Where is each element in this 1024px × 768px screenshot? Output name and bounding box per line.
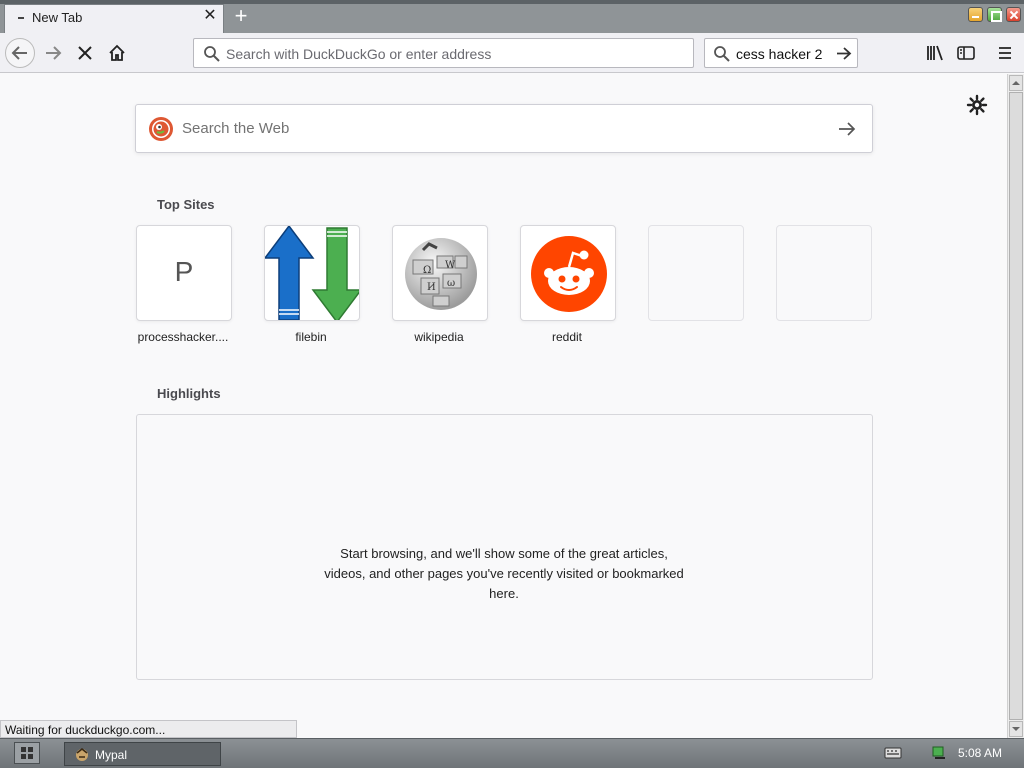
keyboard-layout-icon[interactable]	[884, 746, 902, 760]
wikipedia-globe-icon: Ω W И ω	[405, 238, 477, 310]
svg-text:W: W	[445, 260, 456, 271]
forward-button[interactable]	[38, 38, 68, 68]
library-button[interactable]	[920, 38, 950, 68]
reddit-logo-icon	[531, 236, 607, 312]
web-search-box[interactable]: Search the Web	[135, 104, 873, 153]
taskbar-item-mypal[interactable]: Mypal	[64, 742, 221, 766]
taskbar-item-label: Mypal	[95, 748, 128, 762]
address-placeholder: Search with DuckDuckGo or enter address	[226, 46, 492, 62]
status-bar: Waiting for duckduckgo.com...	[0, 720, 297, 738]
vertical-scrollbar[interactable]	[1007, 74, 1024, 738]
back-button[interactable]	[5, 38, 35, 68]
start-grid-icon	[21, 747, 33, 759]
library-icon	[927, 45, 943, 61]
go-arrow-icon[interactable]	[835, 45, 852, 62]
hamburger-menu-icon	[999, 47, 1011, 59]
minimize-window-button[interactable]	[968, 7, 983, 22]
home-icon	[109, 44, 125, 61]
sidebar-icon	[957, 46, 975, 60]
svg-text:И: И	[427, 282, 436, 293]
settings-gear-icon[interactable]	[966, 94, 988, 116]
search-icon	[204, 46, 220, 62]
loading-indicator-icon	[18, 17, 24, 19]
top-site-tile-wikipedia[interactable]: Ω W И ω	[392, 225, 488, 321]
filebin-arrows-icon	[265, 226, 359, 320]
forward-arrow-icon	[46, 46, 62, 60]
web-search-placeholder: Search the Web	[182, 120, 290, 137]
sidebar-toggle-button[interactable]	[951, 38, 981, 68]
search-icon	[714, 46, 730, 62]
top-site-tile-filebin[interactable]	[264, 225, 360, 321]
back-arrow-icon	[11, 46, 27, 60]
search-submit-arrow-icon[interactable]	[838, 121, 856, 137]
address-bar[interactable]: Search with DuckDuckGo or enter address	[193, 38, 694, 68]
top-site-label: filebin	[295, 330, 327, 344]
mypal-app-icon	[76, 747, 88, 761]
svg-text:ω: ω	[447, 278, 455, 289]
top-site-label: reddit	[551, 330, 583, 344]
top-site-tile-processhacker[interactable]: P	[136, 225, 232, 321]
top-sites-heading: Top Sites	[157, 197, 215, 212]
highlights-empty-message: Start browsing, and we'll show some of t…	[324, 546, 684, 601]
system-clock[interactable]: 5:08 AM	[958, 746, 1002, 760]
svg-text:Ω: Ω	[423, 265, 431, 276]
top-site-label: processhacker....	[137, 330, 229, 344]
search-bar[interactable]: cess hacker 2	[704, 38, 858, 68]
top-site-tile-reddit[interactable]	[520, 225, 616, 321]
scroll-up-arrow-icon[interactable]	[1009, 75, 1023, 91]
close-window-button[interactable]	[1006, 7, 1021, 22]
scrollbar-thumb[interactable]	[1009, 92, 1023, 720]
network-tray-icon[interactable]	[930, 744, 948, 762]
scroll-down-arrow-icon[interactable]	[1009, 721, 1023, 737]
tab-title: New Tab	[32, 10, 83, 25]
top-site-label: wikipedia	[414, 330, 464, 344]
highlights-heading: Highlights	[157, 386, 221, 401]
start-menu-button[interactable]	[14, 742, 40, 764]
menu-button[interactable]	[990, 38, 1020, 68]
top-site-tile-empty[interactable]	[648, 225, 744, 321]
duckduckgo-logo-icon	[149, 117, 173, 141]
top-site-tile-empty[interactable]	[776, 225, 872, 321]
close-tab-icon[interactable]: ✕	[201, 7, 219, 25]
stop-icon	[78, 46, 92, 60]
stop-button[interactable]	[70, 38, 100, 68]
search-bar-value: cess hacker 2	[736, 46, 823, 62]
site-letter-icon: P	[174, 256, 194, 287]
home-button[interactable]	[102, 38, 132, 68]
new-tab-button[interactable]: +	[230, 5, 252, 28]
maximize-window-button[interactable]	[987, 7, 1002, 22]
tab-new-tab[interactable]: New Tab ✕	[4, 4, 224, 33]
